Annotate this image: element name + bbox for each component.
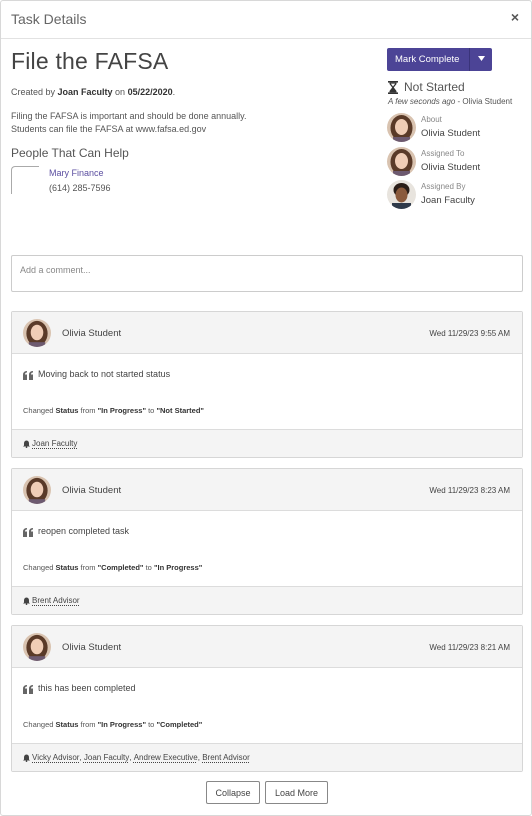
card-footer: Vicky Advisor, Joan Faculty, Andrew Exec… bbox=[12, 743, 522, 771]
chevron-down-icon[interactable] bbox=[470, 56, 492, 63]
created-info: Created by Joan Faculty on 05/22/2020. bbox=[11, 87, 176, 97]
avatar bbox=[23, 476, 51, 504]
avatar bbox=[387, 180, 416, 209]
card-header: Olivia Student Wed 11/29/23 8:21 AM bbox=[12, 626, 522, 668]
comment-date: Wed 11/29/23 8:21 AM bbox=[429, 643, 510, 652]
change-summary: Changed Status from "In Progress" to "No… bbox=[23, 406, 204, 415]
comment-box bbox=[11, 255, 523, 292]
person-name: Joan Faculty bbox=[421, 195, 475, 206]
collapse-button[interactable]: Collapse bbox=[206, 781, 260, 804]
modal-title: Task Details bbox=[11, 11, 87, 27]
card-header: Olivia Student Wed 11/29/23 8:23 AM bbox=[12, 469, 522, 511]
change-summary: Changed Status from "Completed" to "In P… bbox=[23, 563, 203, 572]
assigned-to-person: Assigned To Olivia Student bbox=[387, 147, 527, 177]
comment-text: this has been completed bbox=[38, 683, 136, 693]
about-person: About Olivia Student bbox=[387, 113, 527, 143]
quote-icon bbox=[23, 528, 33, 537]
person-role: Assigned To bbox=[421, 149, 465, 158]
assigned-by-person: Assigned By Joan Faculty bbox=[387, 180, 527, 210]
avatar bbox=[387, 147, 416, 176]
history-card: Olivia Student Wed 11/29/23 9:55 AM Movi… bbox=[11, 311, 523, 458]
helper-phone: (614) 285-7596 bbox=[49, 183, 111, 193]
notified-user[interactable]: Brent Advisor bbox=[202, 753, 250, 762]
people-help-title: People That Can Help bbox=[11, 146, 129, 160]
notified-user[interactable]: Joan Faculty bbox=[84, 753, 129, 762]
helper-name-link[interactable]: Mary Finance bbox=[49, 168, 104, 178]
avatar bbox=[23, 319, 51, 347]
card-header: Olivia Student Wed 11/29/23 9:55 AM bbox=[12, 312, 522, 354]
status-label: Not Started bbox=[404, 80, 465, 94]
history-card: Olivia Student Wed 11/29/23 8:21 AM this… bbox=[11, 625, 523, 772]
status-row: Not Started bbox=[388, 80, 465, 94]
notified-user[interactable]: Vicky Advisor bbox=[32, 753, 79, 762]
modal-header: Task Details × bbox=[1, 1, 531, 39]
mark-complete-label: Mark Complete bbox=[395, 54, 460, 65]
bell-icon bbox=[23, 440, 30, 448]
created-by: Joan Faculty bbox=[57, 87, 113, 97]
notified-user[interactable]: Brent Advisor bbox=[32, 596, 80, 605]
task-details-modal: Task Details × File the FAFSA Created by… bbox=[0, 0, 532, 816]
comment-author: Olivia Student bbox=[62, 328, 122, 339]
comment-date: Wed 11/29/23 9:55 AM bbox=[429, 329, 510, 338]
hourglass-icon bbox=[388, 80, 398, 94]
task-title: File the FAFSA bbox=[11, 48, 169, 74]
notified-user[interactable]: Andrew Executive bbox=[134, 753, 198, 762]
load-more-button[interactable]: Load More bbox=[265, 781, 328, 804]
person-name: Olivia Student bbox=[421, 128, 481, 139]
person-name: Olivia Student bbox=[421, 162, 481, 173]
change-summary: Changed Status from "In Progress" to "Co… bbox=[23, 720, 203, 729]
quote-icon bbox=[23, 371, 33, 380]
comment-input[interactable] bbox=[12, 256, 522, 291]
avatar bbox=[23, 633, 51, 661]
helper-photo bbox=[11, 166, 39, 194]
person-role: About bbox=[421, 115, 442, 124]
close-icon[interactable]: × bbox=[511, 9, 519, 25]
task-description: Filing the FAFSA is important and should… bbox=[11, 111, 247, 134]
card-footer: Brent Advisor bbox=[12, 586, 522, 614]
person-role: Assigned By bbox=[421, 182, 466, 191]
mark-complete-button[interactable]: Mark Complete bbox=[387, 48, 492, 71]
comment-author: Olivia Student bbox=[62, 642, 122, 653]
status-meta: A few seconds ago - Olivia Student bbox=[388, 97, 513, 106]
avatar bbox=[387, 113, 416, 142]
created-date: 05/22/2020 bbox=[127, 87, 173, 97]
comment-text: Moving back to not started status bbox=[38, 369, 171, 379]
history-card: Olivia Student Wed 11/29/23 8:23 AM reop… bbox=[11, 468, 523, 615]
bell-icon bbox=[23, 597, 30, 605]
quote-icon bbox=[23, 685, 33, 694]
bell-icon bbox=[23, 754, 30, 762]
notified-user[interactable]: Joan Faculty bbox=[32, 439, 77, 448]
card-footer: Joan Faculty bbox=[12, 429, 522, 457]
comment-author: Olivia Student bbox=[62, 485, 122, 496]
comment-date: Wed 11/29/23 8:23 AM bbox=[429, 486, 510, 495]
comment-text: reopen completed task bbox=[38, 526, 130, 536]
